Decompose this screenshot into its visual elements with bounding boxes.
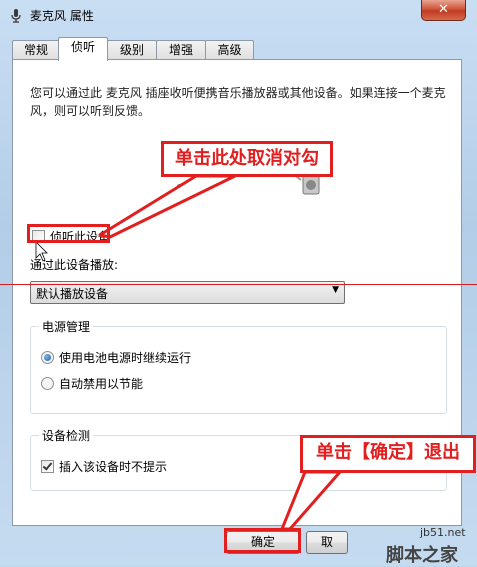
playback-device-value: 默认播放设备	[36, 287, 109, 301]
window-title: 麦克风 属性	[30, 9, 94, 23]
ok-button-highlight	[224, 528, 301, 553]
callout-uncheck: 单击此处取消对勾	[161, 141, 333, 177]
watermark-brand: 脚本之家	[386, 545, 458, 566]
power-option-disable[interactable]: 自动禁用以节能	[41, 375, 143, 392]
tab-general[interactable]: 常规	[12, 40, 60, 60]
watermark-site: jb51.net	[420, 526, 466, 539]
no-prompt-checkbox-row[interactable]: 插入该设备时不提示	[41, 458, 167, 475]
microphone-icon	[11, 9, 21, 23]
power-option-continue-label: 使用电池电源时继续运行	[59, 351, 192, 365]
chevron-down-icon: ▼	[332, 285, 339, 295]
listen-checkbox-highlight	[27, 224, 110, 243]
annotation-line	[0, 284, 477, 285]
tab-advanced[interactable]: 高级	[205, 40, 254, 60]
power-option-continue-radio[interactable]	[41, 351, 54, 364]
tab-enhancements[interactable]: 增强	[156, 40, 206, 60]
window-frame: 麦克风 属性 ✕ 常规 侦听 级别 增强 高级 您可以通过此 麦克风 插座收听便…	[0, 0, 477, 566]
listen-description: 您可以通过此 麦克风 插座收听便携音乐播放器或其他设备。如果连接一个麦克风，则可…	[30, 86, 446, 118]
no-prompt-checkbox[interactable]	[41, 460, 54, 473]
no-prompt-label: 插入该设备时不提示	[59, 460, 168, 474]
close-button[interactable]: ✕	[421, 0, 466, 21]
tab-listen[interactable]: 侦听	[58, 37, 108, 61]
playback-device-label: 通过此设备播放:	[30, 258, 119, 272]
callout-ok: 单击【确定】退出	[300, 435, 476, 473]
device-graphic-left	[177, 179, 195, 188]
tab-levels[interactable]: 级别	[107, 40, 157, 60]
power-option-continue[interactable]: 使用电池电源时继续运行	[41, 349, 191, 366]
cancel-button[interactable]: 取	[306, 531, 348, 554]
power-option-disable-label: 自动禁用以节能	[59, 377, 144, 391]
close-icon: ✕	[438, 2, 449, 17]
power-option-disable-radio[interactable]	[41, 377, 54, 390]
power-management-group: 电源管理 使用电池电源时继续运行 自动禁用以节能	[30, 318, 447, 414]
power-management-title: 电源管理	[39, 318, 94, 335]
device-detection-title: 设备检测	[39, 427, 94, 444]
title-bar: 麦克风 属性 ✕	[0, 0, 477, 30]
